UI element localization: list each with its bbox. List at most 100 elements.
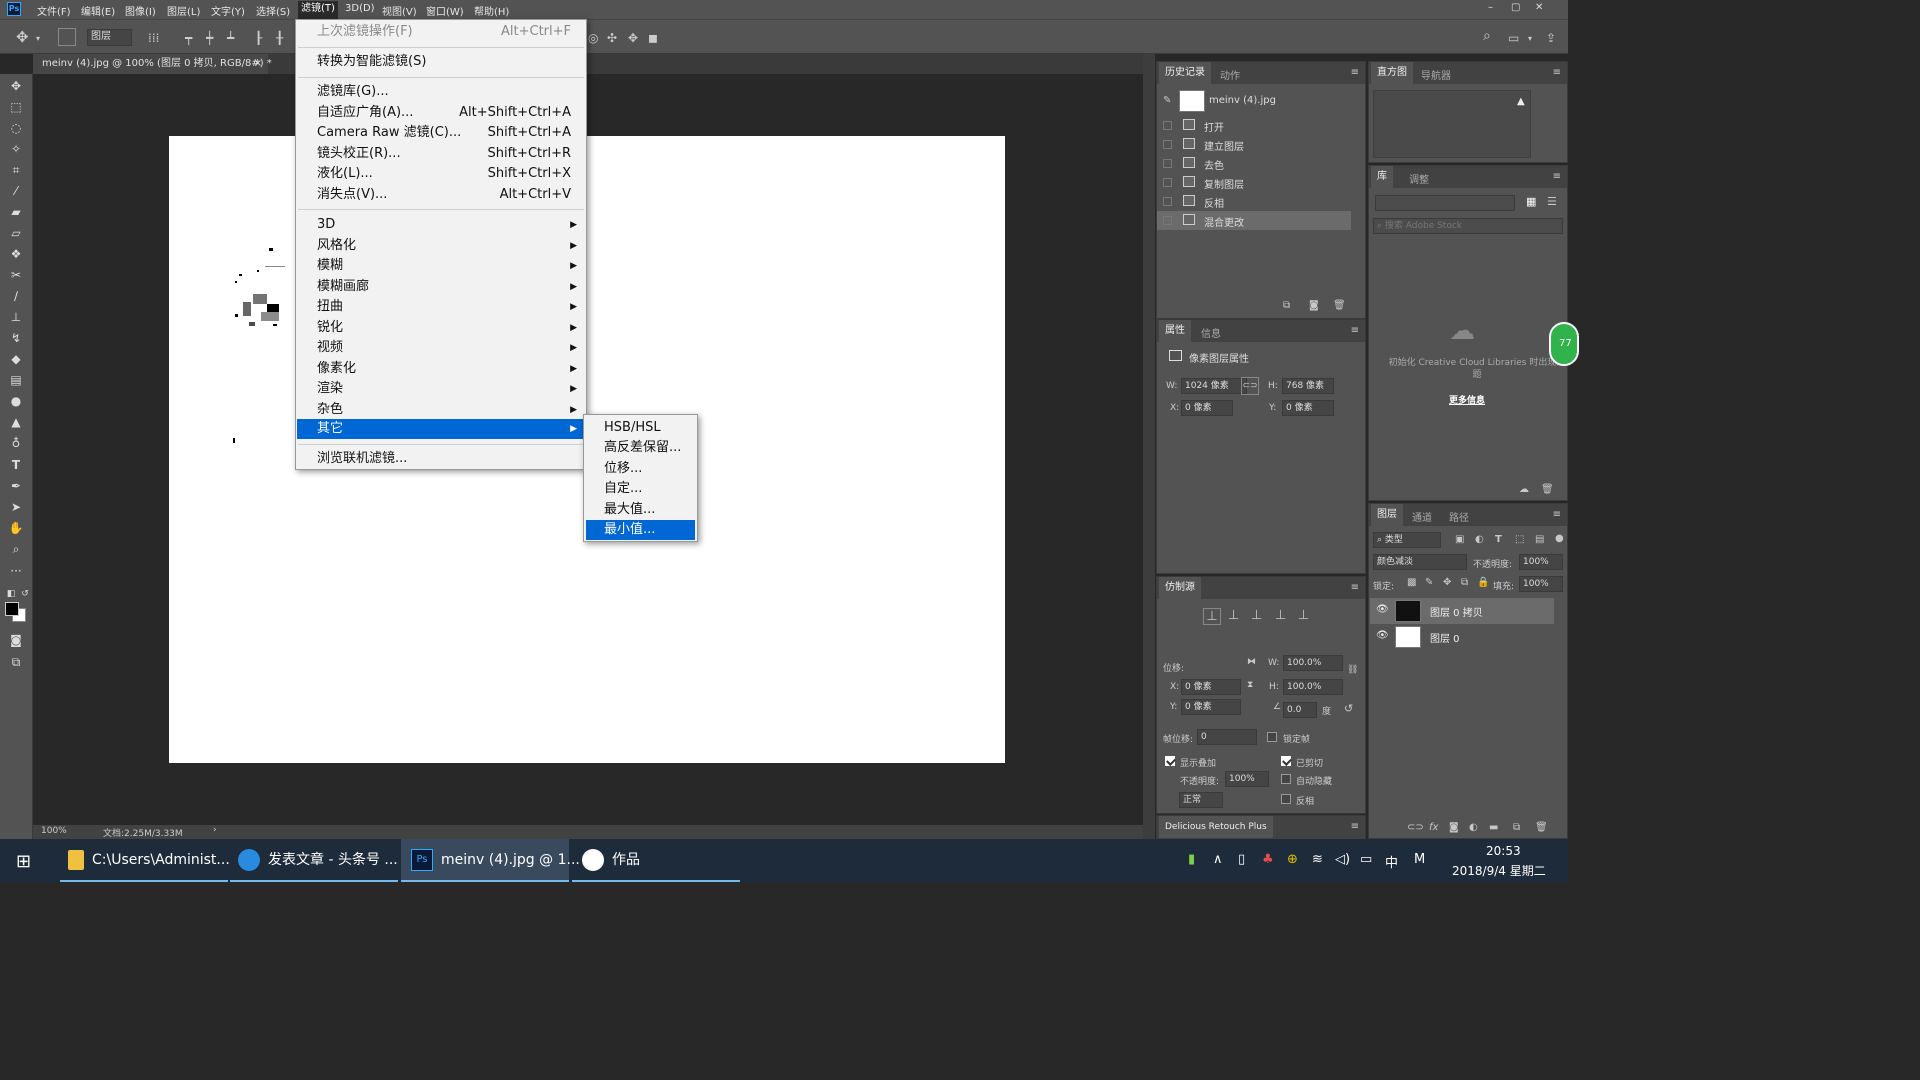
filter-type-icon[interactable]: T xyxy=(1495,534,1502,545)
flip-vertical-icon[interactable]: ⧗ xyxy=(1247,680,1253,690)
clone-y-field[interactable]: 0 像素 xyxy=(1181,699,1241,715)
type-tool-icon[interactable]: T xyxy=(8,457,24,473)
panel-menu-icon[interactable]: ≡ xyxy=(1351,821,1359,832)
menu-window[interactable]: 窗口(W) xyxy=(426,3,464,18)
clock-time[interactable]: 20:53 xyxy=(1486,844,1521,858)
auto-select-icon[interactable] xyxy=(58,28,76,46)
move-tool-icon[interactable]: ✥ xyxy=(16,28,29,46)
overlay-opacity-field[interactable]: 100% xyxy=(1225,771,1269,787)
taskbar-item-works[interactable]: 作品 xyxy=(572,839,740,882)
menu-item-sharpen[interactable]: 锐化 ▶ xyxy=(297,318,585,338)
layer-name[interactable]: 图层 0 拷贝 xyxy=(1430,604,1483,619)
blur-tool-icon[interactable]: ● xyxy=(8,393,24,409)
eye-icon[interactable]: 👁 xyxy=(1376,630,1389,641)
history-step[interactable]: 反相 xyxy=(1157,192,1351,211)
menu-item-filter-gallery[interactable]: 滤镜库(G)... xyxy=(297,82,585,102)
transform-controls-icon[interactable]: ⁞⁞⁞ xyxy=(148,31,159,45)
sharpen-tool-icon[interactable]: ▲ xyxy=(8,414,24,430)
add-tray-icon[interactable]: ⊕ xyxy=(1287,852,1298,867)
more-info-link[interactable]: 更多信息 xyxy=(1449,393,1485,406)
healing-brush-icon[interactable]: ▰ xyxy=(8,204,24,220)
menu-select[interactable]: 选择(S) xyxy=(256,3,290,18)
menu-view[interactable]: 视图(V) xyxy=(382,3,417,18)
link-icon[interactable]: ⛓ xyxy=(1347,665,1358,675)
auto-select-dropdown[interactable]: 图层 xyxy=(87,29,132,46)
menu-item-liquify[interactable]: 液化(L)... Shift+Ctrl+X xyxy=(297,164,585,184)
show-overlay-checkbox[interactable] xyxy=(1165,756,1175,766)
new-layer-icon[interactable]: ⧉ xyxy=(1513,822,1520,833)
panel-menu-icon[interactable]: ≡ xyxy=(1351,325,1359,336)
clone-stamp-icon[interactable]: ⊥ xyxy=(8,309,24,325)
filter-shape-icon[interactable]: ⬚ xyxy=(1515,534,1524,545)
chevron-down-icon[interactable]: ▾ xyxy=(1528,34,1532,43)
menu-image[interactable]: 图像(I) xyxy=(125,3,156,18)
clone-source-3-icon[interactable]: ⊥ xyxy=(1251,608,1262,623)
zoom-level[interactable]: 100% xyxy=(41,826,67,836)
menu-item-vanishing-point[interactable]: 消失点(V)... Alt+Ctrl+V xyxy=(297,185,585,205)
submenu-item-maximum[interactable]: 最大值... xyxy=(586,500,695,520)
menu-type[interactable]: 文字(Y) xyxy=(211,3,245,18)
screen-mode-icon[interactable]: ⧉ xyxy=(8,654,24,670)
panel-menu-icon[interactable]: ≡ xyxy=(1553,509,1561,520)
menu-item-last-filter[interactable]: 上次滤镜操作(F) Alt+Ctrl+F xyxy=(297,22,585,42)
submenu-item-high-pass[interactable]: 高反差保留... xyxy=(586,438,695,458)
windows-start-icon[interactable]: ⊞ xyxy=(16,851,31,872)
clone-source-2-icon[interactable]: ⊥ xyxy=(1228,608,1239,623)
crop-tool-icon[interactable]: ⌗ xyxy=(8,162,24,178)
lock-artboard-icon[interactable]: ⧉ xyxy=(1461,577,1468,588)
clone-source-1-icon[interactable]: ⊥ xyxy=(1203,608,1221,625)
menu-item-stylize[interactable]: 风格化 ▶ xyxy=(297,236,585,256)
menu-item-lens-correction[interactable]: 镜头校正(R)... Shift+Ctrl+R xyxy=(297,144,585,164)
brush-tool-icon[interactable]: ∕ xyxy=(8,288,24,304)
history-brush-source-icon[interactable]: ✎ xyxy=(1163,95,1171,106)
content-aware-move-icon[interactable]: ✂ xyxy=(8,267,24,283)
quick-mask-icon[interactable]: ◙ xyxy=(8,632,24,648)
submenu-item-custom[interactable]: 自定... xyxy=(586,479,695,499)
warning-icon[interactable]: ▲ xyxy=(1517,96,1525,107)
dodge-tool-icon[interactable]: ♁ xyxy=(8,435,24,451)
foreground-color-swatch[interactable] xyxy=(5,602,19,616)
menu-item-3d[interactable]: 3D ▶ xyxy=(297,215,585,235)
more-tools-icon[interactable]: ··· xyxy=(8,563,24,579)
menu-item-blur-gallery[interactable]: 模糊画廊 ▶ xyxy=(297,277,585,297)
tab-info[interactable]: 信息 xyxy=(1201,325,1221,340)
swap-colors-icon[interactable]: ↺ xyxy=(17,586,33,602)
pen-tool-icon[interactable]: ✒ xyxy=(8,478,24,494)
menu-layer[interactable]: 图层(L) xyxy=(167,3,200,18)
minimize-button[interactable]: – xyxy=(1488,2,1493,13)
panel-menu-icon[interactable]: ≡ xyxy=(1553,171,1561,182)
folder-icon[interactable]: ▬ xyxy=(1489,822,1498,833)
layer-row[interactable]: 👁 图层 0 xyxy=(1370,624,1554,650)
volume-icon[interactable]: ◁) xyxy=(1335,852,1350,867)
clone-height-field[interactable]: 100.0% xyxy=(1283,679,1343,695)
battery-tray-icon[interactable]: ▮ xyxy=(1188,852,1195,867)
history-step-selected[interactable]: 混合更改 xyxy=(1157,211,1351,230)
menu-3d[interactable]: 3D(D) xyxy=(345,3,375,14)
clock-date[interactable]: 2018/9/4 星期二 xyxy=(1452,862,1546,879)
workspace-icon[interactable]: ▭ xyxy=(1508,31,1519,45)
stock-search-input[interactable]: ⌕ 搜索 Adobe Stock xyxy=(1373,218,1563,234)
magic-wand-icon[interactable]: ✧ xyxy=(8,141,24,157)
tab-properties[interactable]: 属性 xyxy=(1159,320,1191,342)
list-view-icon[interactable]: ☰ xyxy=(1547,195,1557,208)
flip-horizontal-icon[interactable]: ⧓ xyxy=(1247,657,1256,667)
tab-actions[interactable]: 动作 xyxy=(1220,67,1240,82)
align-top-icon[interactable]: ┯ xyxy=(185,31,192,45)
library-dropdown[interactable] xyxy=(1375,195,1515,211)
gradient-tool-icon[interactable]: ▤ xyxy=(8,372,24,388)
frame-offset-field[interactable]: 0 xyxy=(1197,729,1257,745)
align-hcenter-icon[interactable]: ╂ xyxy=(276,31,283,45)
close-button[interactable]: ✕ xyxy=(1535,2,1543,13)
clone-source-5-icon[interactable]: ⊥ xyxy=(1298,608,1309,623)
tab-histogram[interactable]: 直方图 xyxy=(1371,62,1413,84)
submenu-item-hsb-hsl[interactable]: HSB/HSL xyxy=(586,418,695,438)
angle-field[interactable]: 0.0 xyxy=(1283,702,1317,718)
menu-edit[interactable]: 编辑(E) xyxy=(81,3,115,18)
new-document-from-state-icon[interactable]: ⧉ xyxy=(1283,300,1290,311)
3d-video-icon[interactable]: ◼ xyxy=(648,31,658,45)
menu-item-distort[interactable]: 扭曲 ▶ xyxy=(297,297,585,317)
menu-item-other[interactable]: 其它 ▶ xyxy=(297,419,585,439)
app-tray-icon[interactable]: ♣ xyxy=(1262,852,1274,867)
move-tool-icon[interactable]: ✥ xyxy=(8,78,24,94)
tab-close-icon[interactable]: × xyxy=(254,54,262,74)
